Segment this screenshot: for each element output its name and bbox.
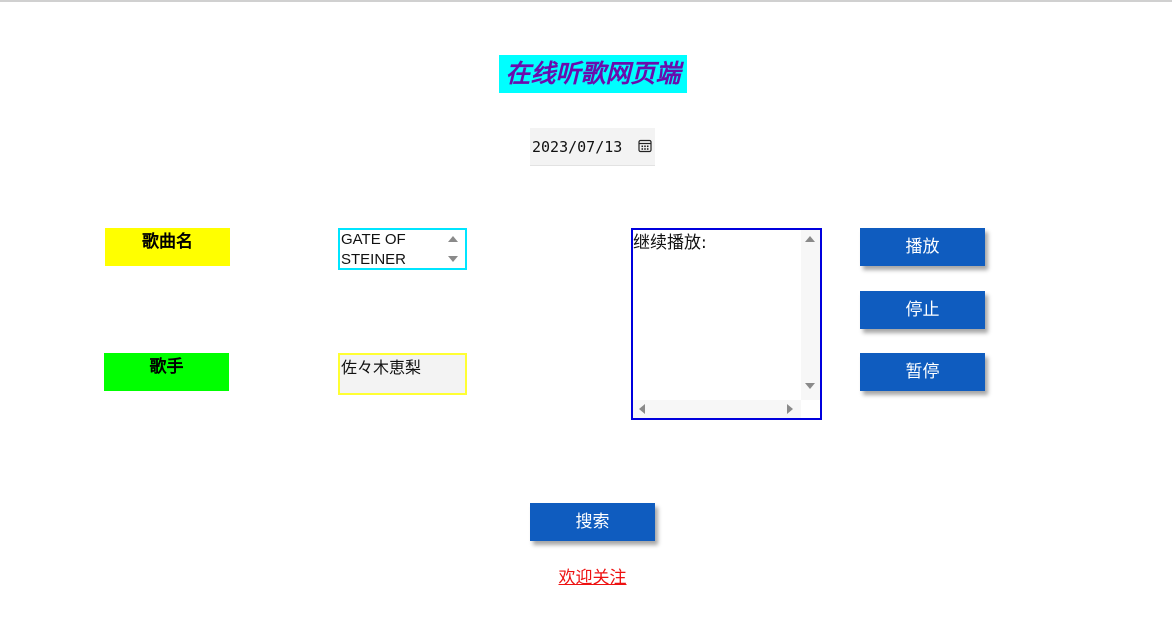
stop-button[interactable]: 停止 xyxy=(860,291,985,329)
top-divider xyxy=(0,0,1172,2)
calendar-icon[interactable] xyxy=(638,139,652,153)
scroll-down-arrow-icon[interactable] xyxy=(805,383,815,389)
scroll-left-arrow-icon[interactable] xyxy=(639,404,645,414)
welcome-link[interactable]: 欢迎关注 xyxy=(530,566,655,590)
song-name-label: 歌曲名 xyxy=(105,228,230,266)
vertical-scrollbar[interactable] xyxy=(801,230,820,400)
singer-input[interactable]: 佐々木恵梨 xyxy=(338,353,467,395)
page-title: 在线听歌网页端 xyxy=(499,55,687,93)
horizontal-scrollbar[interactable] xyxy=(633,400,801,418)
date-value: 2023/07/13 xyxy=(532,138,623,156)
date-input[interactable]: 2023/07/13 xyxy=(530,128,655,166)
scroll-down-arrow-icon[interactable] xyxy=(448,256,458,262)
scroll-up-arrow-icon[interactable] xyxy=(448,236,458,242)
scroll-right-arrow-icon[interactable] xyxy=(787,404,793,414)
singer-label: 歌手 xyxy=(104,353,229,391)
search-button[interactable]: 搜索 xyxy=(530,503,655,541)
scroll-up-arrow-icon[interactable] xyxy=(805,236,815,242)
song-select[interactable]: GATE OF STEINER xyxy=(338,228,467,270)
play-button[interactable]: 播放 xyxy=(860,228,985,266)
playback-textarea[interactable]: 继续播放: xyxy=(631,228,822,420)
pause-button[interactable]: 暂停 xyxy=(860,353,985,391)
playback-text: 继续播放: xyxy=(633,233,707,253)
song-select-value: GATE OF STEINER xyxy=(341,231,407,268)
